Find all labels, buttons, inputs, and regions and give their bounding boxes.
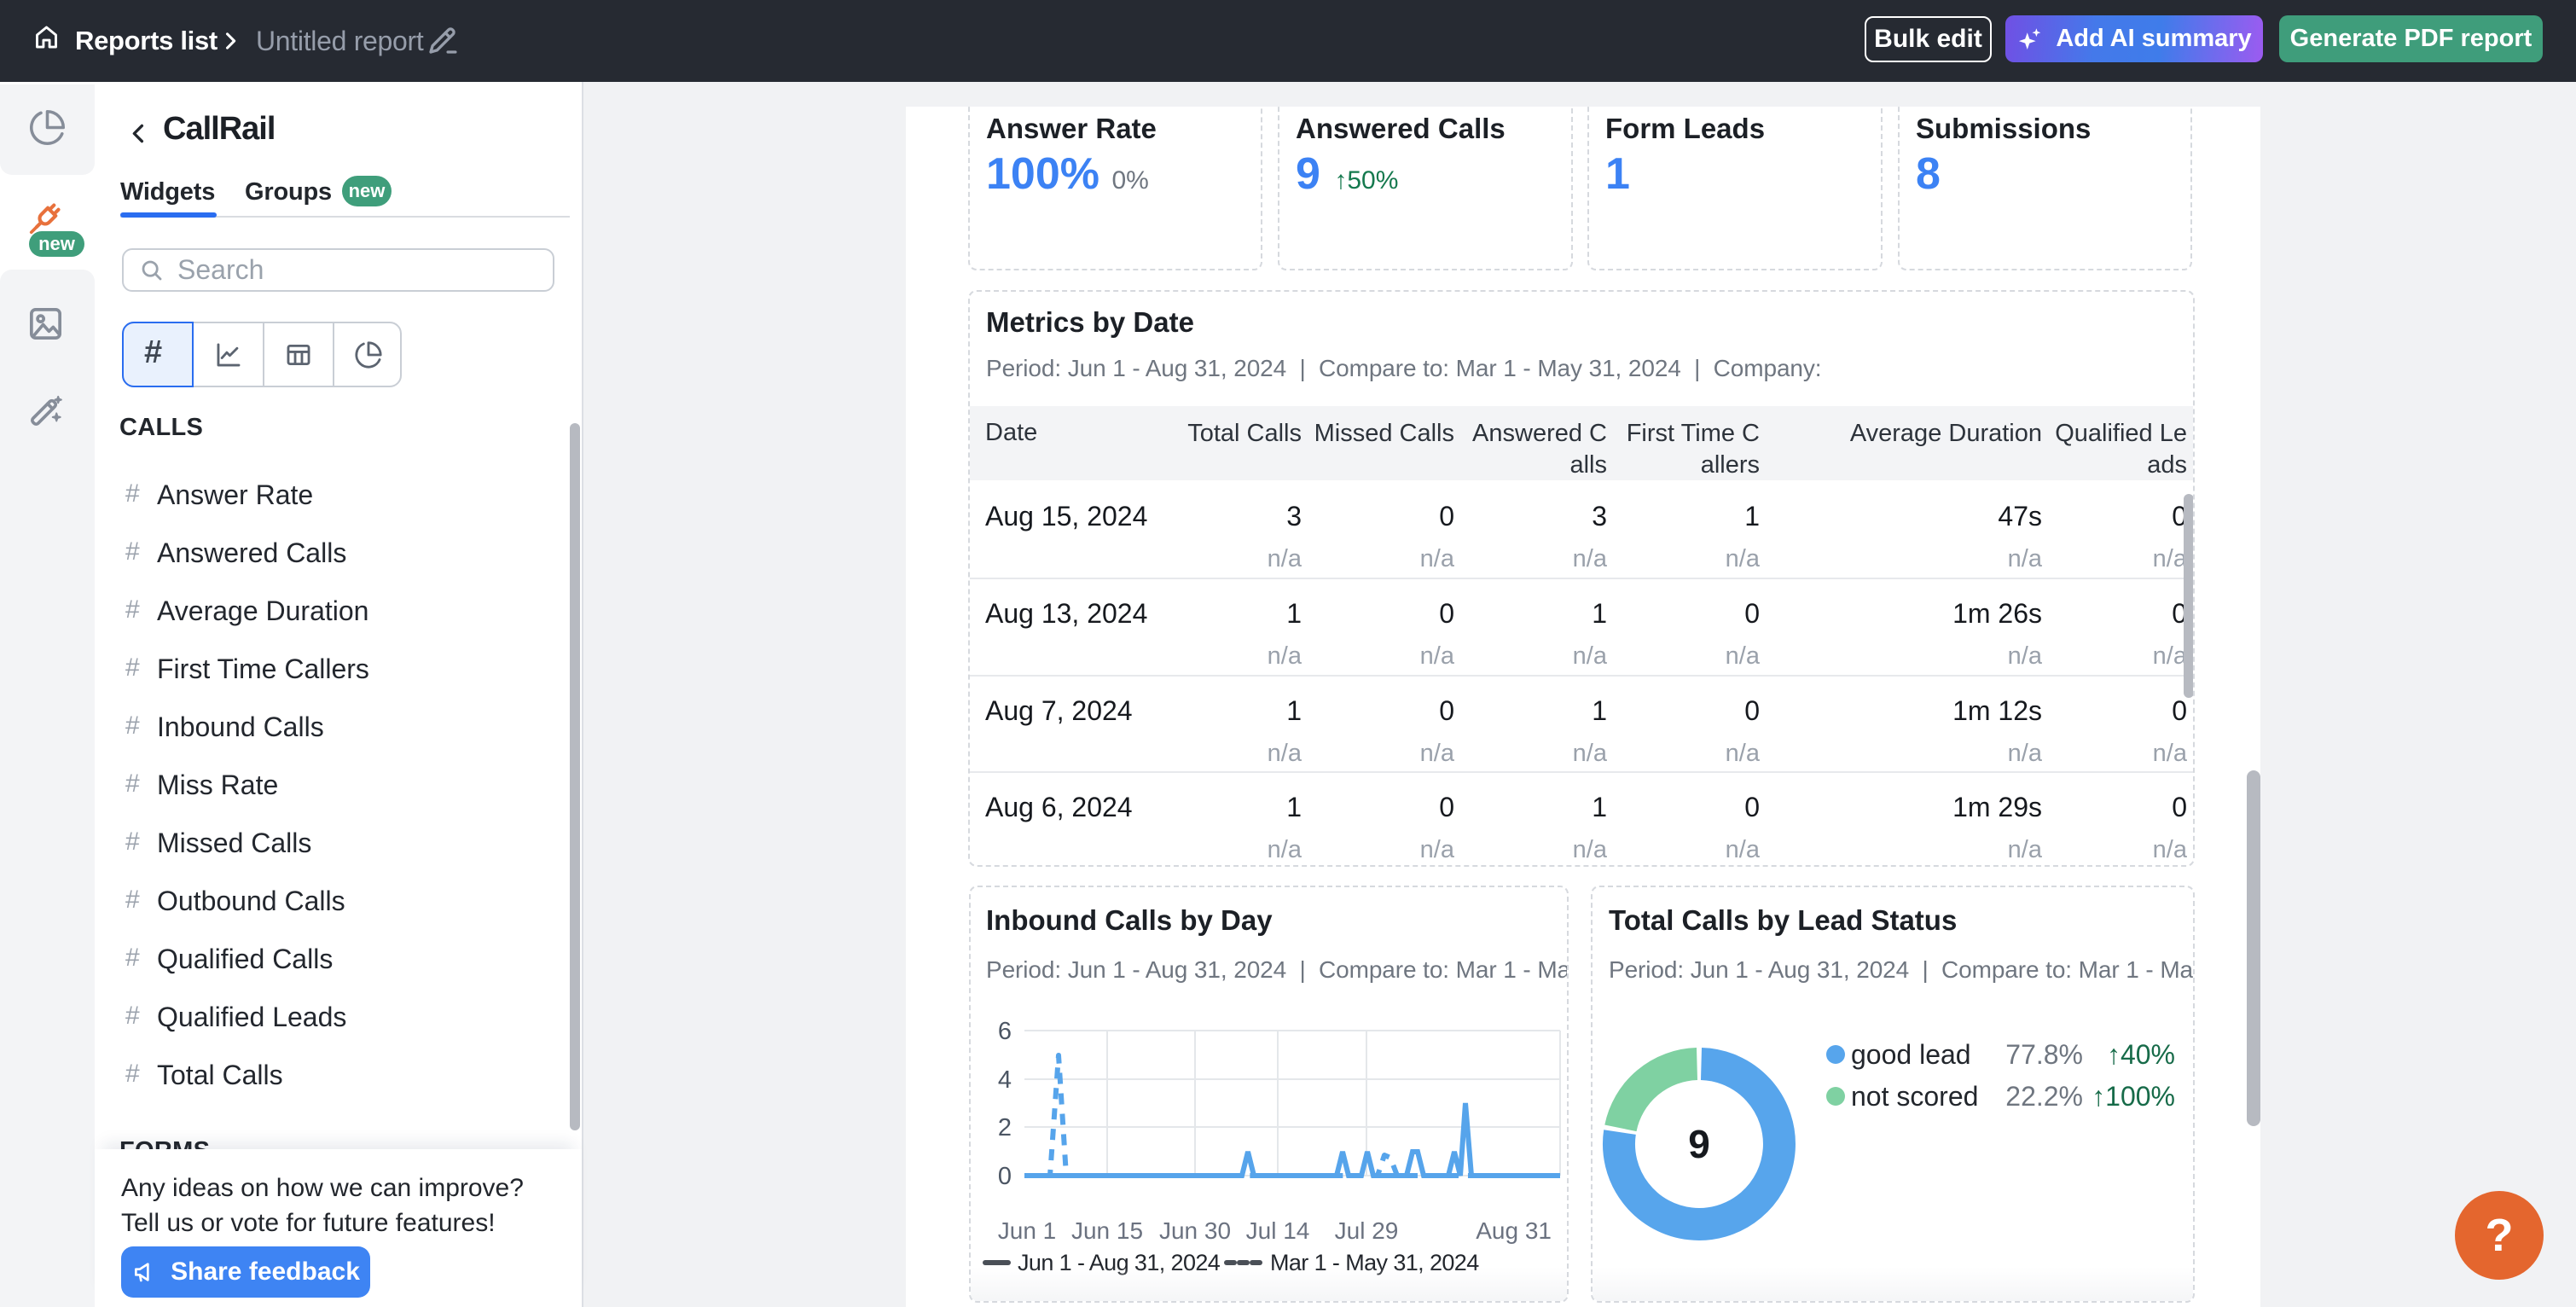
svg-text:↑40%: ↑40%	[2107, 1039, 2175, 1070]
svg-text:↑100%: ↑100%	[2092, 1081, 2175, 1112]
svg-text:6: 6	[998, 1018, 1012, 1045]
svg-text:9: 9	[1688, 1122, 1710, 1166]
svg-text:Aug 31: Aug 31	[1476, 1217, 1552, 1244]
svg-text:2: 2	[998, 1114, 1012, 1141]
svg-text:4: 4	[998, 1066, 1012, 1094]
svg-text:Jun 30: Jun 30	[1159, 1217, 1231, 1244]
svg-text:0: 0	[998, 1163, 1012, 1190]
svg-text:Jul 14: Jul 14	[1246, 1217, 1310, 1244]
svg-text:22.2%: 22.2%	[2005, 1081, 2083, 1112]
svg-text:77.8%: 77.8%	[2005, 1039, 2083, 1070]
svg-text:Jun 15: Jun 15	[1071, 1217, 1143, 1244]
svg-text:good lead: good lead	[1851, 1039, 1971, 1070]
svg-text:Jul 29: Jul 29	[1335, 1217, 1399, 1244]
svg-text:not scored: not scored	[1851, 1081, 1978, 1112]
svg-text:Jun 1: Jun 1	[998, 1217, 1057, 1244]
